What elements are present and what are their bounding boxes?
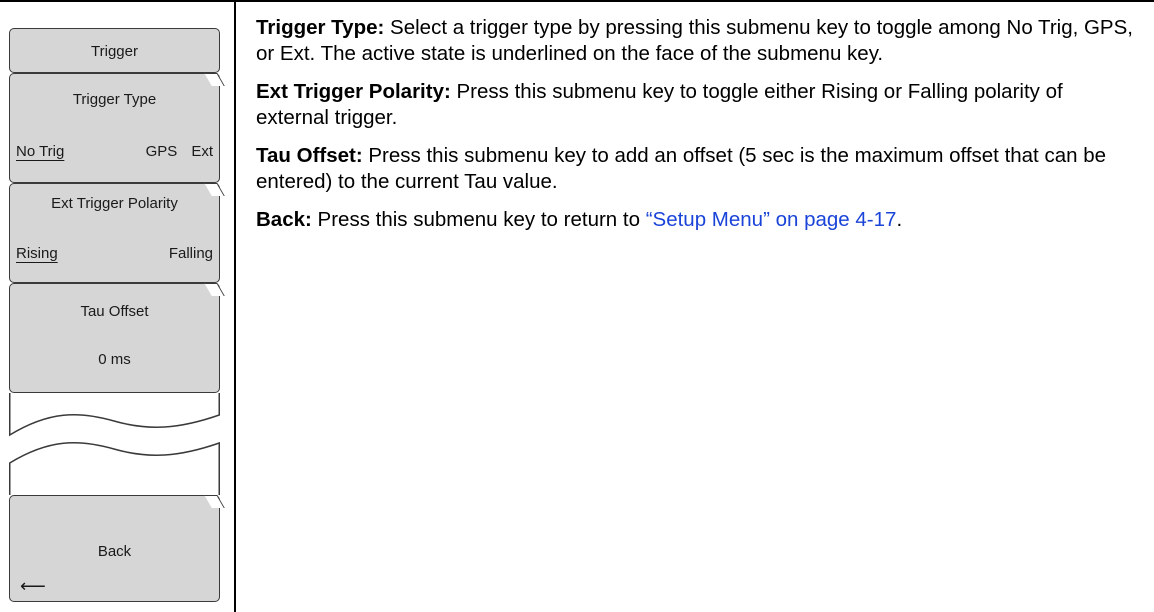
ext-trigger-polarity-key[interactable]: Ext Trigger Polarity Rising Falling (9, 183, 225, 283)
definition: Press this submenu key to add an offset … (256, 144, 1107, 193)
definition-tail: . (896, 208, 903, 231)
tau-offset-label: Tau Offset (80, 303, 149, 320)
ext-trigger-polarity-label: Ext Trigger Polarity (51, 195, 178, 212)
term: Tau Offset: (256, 144, 363, 167)
option-no-trig: No Trig (16, 143, 65, 160)
back-arrow-icon: ⟵ (20, 576, 46, 596)
definition: Select a trigger type by pressing this s… (256, 16, 1133, 65)
option-ext: Ext (191, 143, 213, 160)
back-label: Back (97, 543, 132, 560)
tau-offset-key[interactable]: Tau Offset 0 ms (9, 283, 225, 393)
key-corner-notch (204, 73, 225, 86)
description-back: Back: Press this submenu key to return t… (256, 207, 1141, 233)
trigger-type-options: No Trig GPS Ext (16, 143, 213, 160)
description-column: Trigger Type: Select a trigger type by p… (256, 15, 1141, 245)
term: Trigger Type: (256, 16, 385, 39)
description-trigger-type: Trigger Type: Select a trigger type by p… (256, 15, 1141, 67)
polarity-options: Rising Falling (16, 245, 213, 262)
option-falling: Falling (168, 245, 213, 262)
description-tau-offset: Tau Offset: Press this submenu key to ad… (256, 143, 1141, 195)
term: Back: (256, 208, 312, 231)
description-ext-trigger-polarity: Ext Trigger Polarity: Press this submenu… (256, 79, 1141, 131)
trigger-type-label: Trigger Type (72, 91, 157, 108)
option-rising: Rising (16, 245, 58, 262)
key-corner-notch (204, 283, 225, 296)
term: Ext Trigger Polarity: (256, 80, 451, 103)
setup-menu-link[interactable]: “Setup Menu” on page 4-17 (646, 208, 897, 231)
back-key[interactable]: Back ⟵ (9, 495, 225, 602)
menu-title-key: Trigger (9, 28, 220, 73)
column-divider (234, 0, 236, 612)
submenu-panel: Trigger Trigger Type No Trig GPS Ext Ext… (0, 0, 234, 612)
trigger-type-key[interactable]: Trigger Type No Trig GPS Ext (9, 73, 225, 183)
option-gps: GPS (145, 143, 178, 160)
key-corner-notch (204, 495, 225, 508)
tau-offset-value: 0 ms (98, 351, 131, 368)
menu-break-wave (9, 393, 220, 495)
definition: Press this submenu key to return to (311, 208, 646, 231)
menu-title: Trigger (91, 43, 138, 60)
